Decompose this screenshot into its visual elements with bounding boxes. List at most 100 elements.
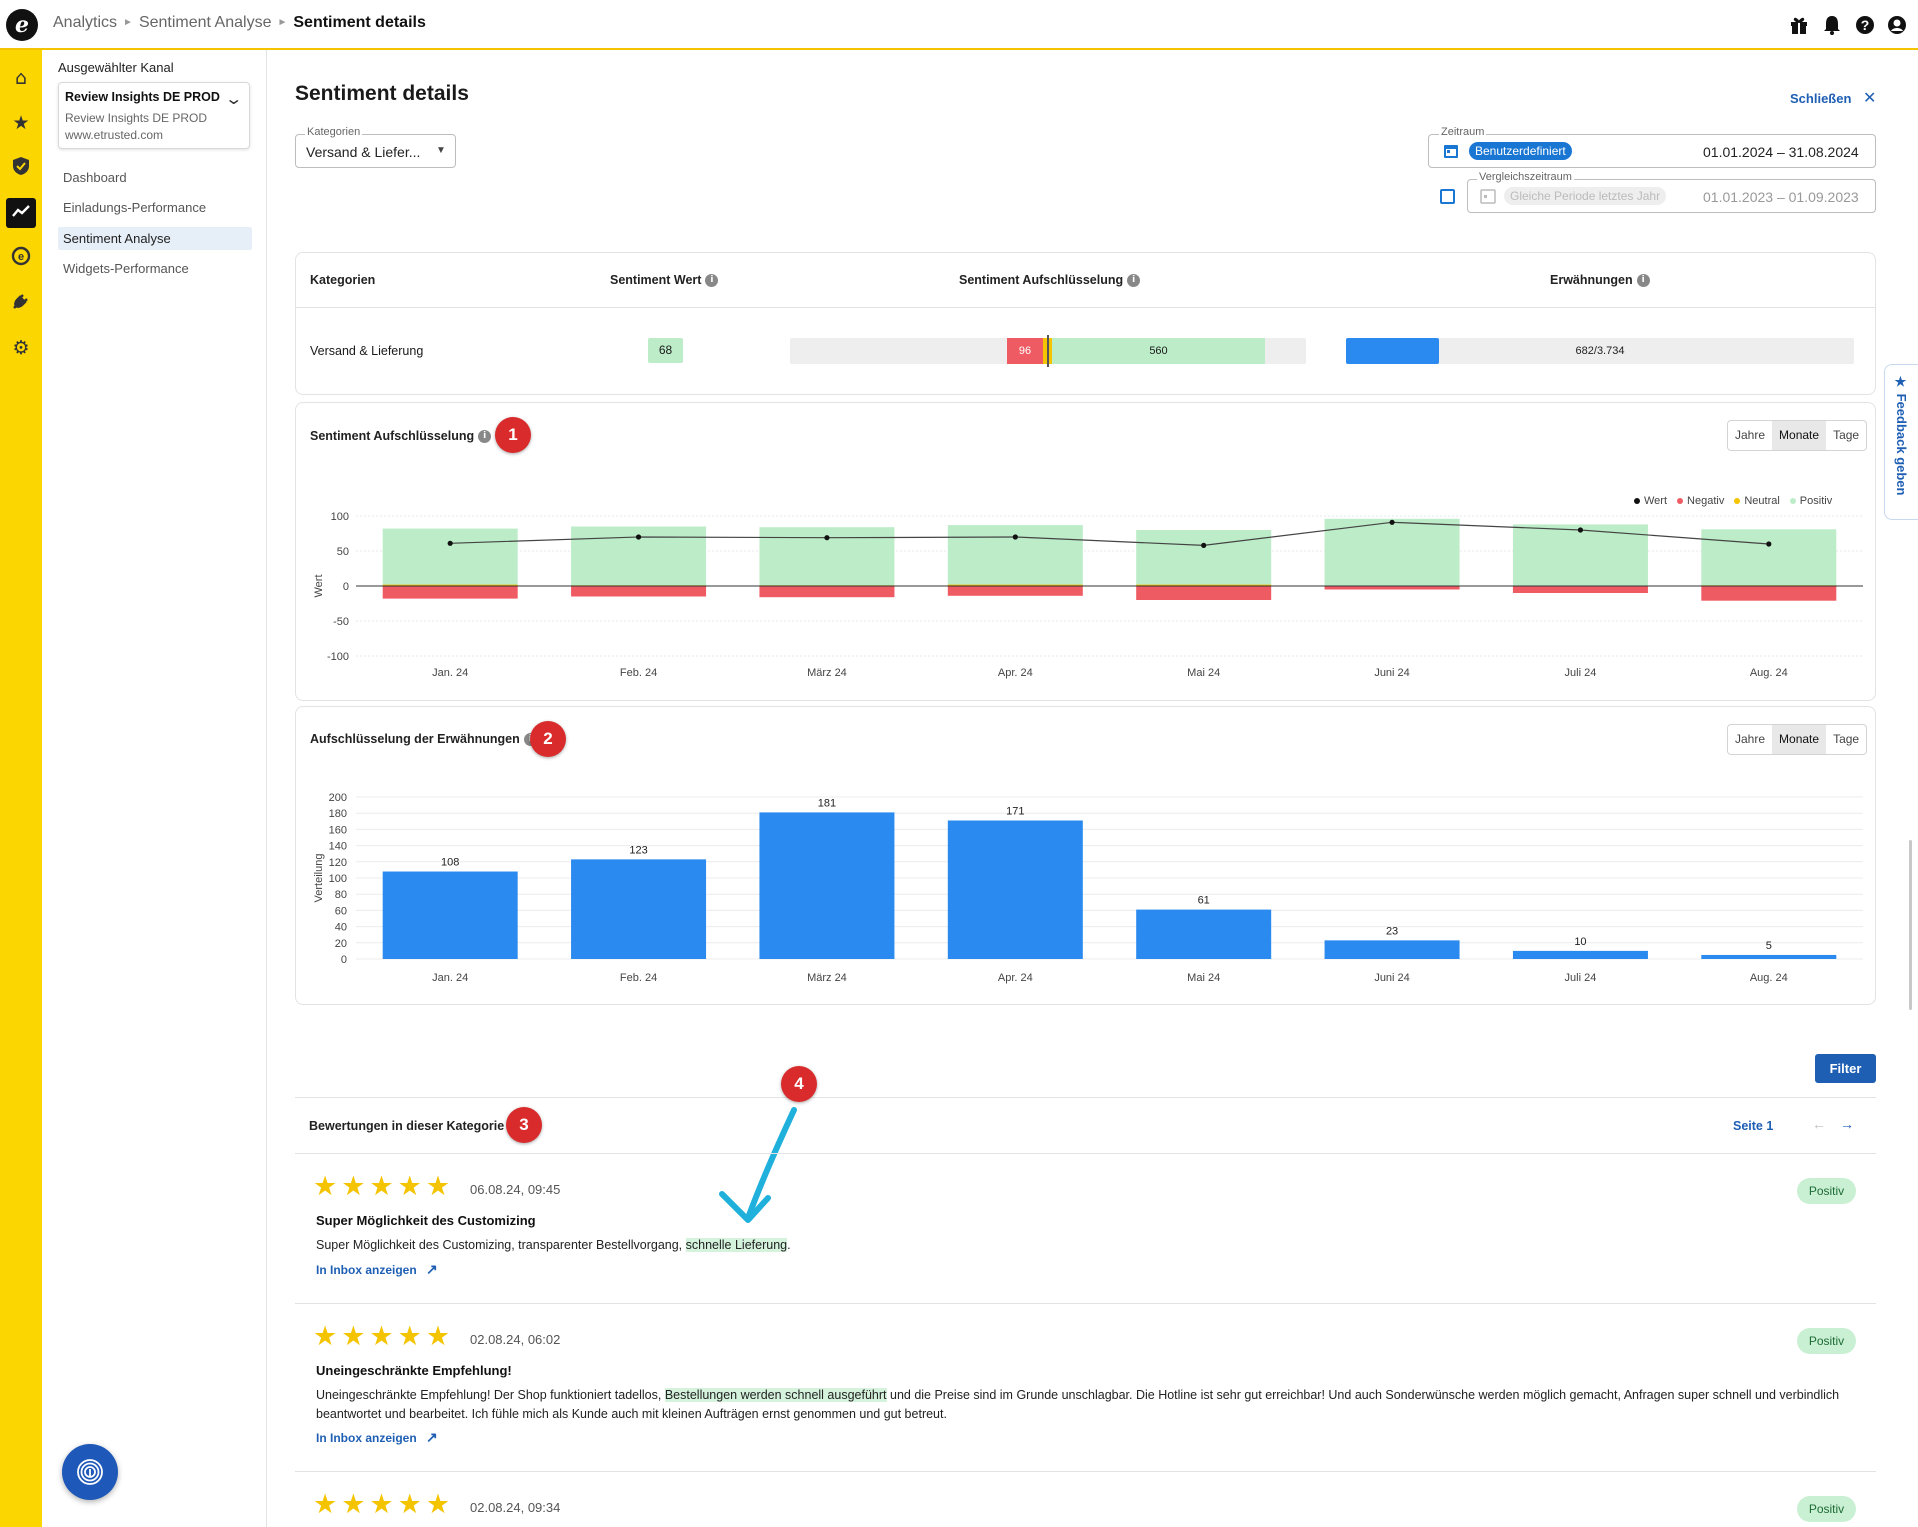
settings-icon[interactable]: ⚙ [9, 336, 33, 360]
calendar-icon [1443, 143, 1459, 164]
y-tick-label: 100 [331, 511, 349, 523]
external-arrow-icon: ↗ [426, 1429, 438, 1445]
data-label: 5 [1766, 940, 1772, 952]
category-select-value: Versand & Liefer... [306, 144, 421, 160]
sidebar-item-dashboard[interactable]: Dashboard [58, 166, 252, 189]
mentions-chart-card: Aufschlüsselung der Erwähnungeni 2 Jahre… [295, 706, 1876, 1005]
inbox-link[interactable]: In Inbox anzeigen ↗ [316, 1429, 438, 1446]
external-arrow-icon: ↗ [426, 1261, 438, 1277]
analytics-icon[interactable] [6, 198, 36, 228]
sidebar-item-widgets-performance[interactable]: Widgets-Performance [58, 257, 252, 280]
star-icon[interactable]: ★ [9, 111, 33, 135]
close-button[interactable]: Schließen ✕ [1790, 88, 1876, 108]
vergleich-field[interactable]: Gleiche Periode letztes Jahr 01.01.2023 … [1467, 179, 1876, 213]
info-icon[interactable]: i [705, 274, 719, 288]
header-sentiment-wert: Sentiment Wert [610, 273, 702, 287]
review-body: Uneingeschränkte Empfehlung! Der Shop fu… [316, 1388, 1840, 1421]
header-sentiment-aufschluesselung: Sentiment Aufschlüsselung [959, 273, 1124, 287]
y-tick-label: -50 [333, 616, 349, 628]
zeitraum-field[interactable]: Benutzerdefiniert 01.01.2024 – 31.08.202… [1428, 134, 1876, 168]
svg-text:?: ? [1861, 17, 1870, 33]
review-date: 02.08.24, 09:34 [470, 1500, 561, 1515]
data-label: 181 [818, 797, 836, 809]
gift-icon[interactable] [1789, 15, 1809, 40]
review-item: ★★★★★ 02.08.24, 06:02 Uneingeschränkte E… [295, 1303, 1876, 1471]
x-tick-label: Juli 24 [1565, 972, 1597, 984]
wert-point [1201, 542, 1207, 548]
fingerprint-icon[interactable] [62, 1444, 118, 1500]
zeitraum-value: 01.01.2024 – 31.08.2024 [1703, 144, 1859, 160]
x-tick-label: Feb. 24 [620, 972, 657, 984]
header-kategorien: Kategorien [310, 273, 376, 287]
shield-icon[interactable] [9, 156, 33, 180]
data-label: 61 [1198, 895, 1210, 907]
scrollbar-thumb[interactable] [1909, 840, 1912, 1010]
info-icon[interactable]: i [1636, 274, 1650, 288]
y-tick-label: 40 [335, 922, 347, 934]
sidebar-item-einladungs-performance[interactable]: Einladungs-Performance [58, 196, 252, 219]
x-tick-label: Juli 24 [1565, 667, 1597, 679]
arrow-right-icon[interactable]: → [1840, 1116, 1854, 1132]
positiv-segment: 560 [1052, 338, 1265, 364]
feedback-tab[interactable]: ★ Feedback geben [1884, 364, 1918, 520]
filter-button[interactable]: Filter [1815, 1054, 1876, 1083]
info-icon[interactable]: i [1127, 274, 1141, 288]
review-body: Super Möglichkeit des Customizing, trans… [316, 1238, 791, 1252]
vergleich-value: 01.01.2023 – 01.09.2023 [1703, 189, 1859, 205]
sentiment-badge: Positiv [1797, 1178, 1856, 1204]
x-tick-label: Jan. 24 [432, 972, 468, 984]
x-tick-label: Aug. 24 [1750, 667, 1788, 679]
inbox-link[interactable]: In Inbox anzeigen ↗ [316, 1261, 438, 1278]
x-tick-label: März 24 [807, 667, 847, 679]
review-title: Uneingeschränkte Empfehlung! [316, 1363, 512, 1378]
negativ-bar [1701, 586, 1837, 601]
mentions-bar [1136, 909, 1272, 959]
sentiment-chart: 100 50 0 -50 -100 Wert Jan. 24 Feb. 24 März 24 Ap… [313, 511, 1863, 679]
channel-url: www.etrusted.com [65, 128, 164, 142]
review-date: 02.08.24, 06:02 [470, 1332, 561, 1347]
mentions-bar [759, 812, 895, 959]
bell-icon[interactable] [1823, 15, 1841, 40]
negativ-bar [1324, 586, 1460, 590]
x-tick-label: Feb. 24 [620, 667, 657, 679]
row-category: Versand & Lieferung [310, 344, 424, 358]
chevron-down-icon[interactable]: ⌄ [224, 89, 243, 109]
mentions-bar [1512, 950, 1648, 959]
etrusted-logo[interactable]: e [6, 9, 38, 41]
account-icon[interactable] [1887, 15, 1907, 40]
y-tick-label: 140 [329, 841, 347, 853]
negativ-bar [947, 586, 1083, 596]
highlight-phrase: schnelle Lieferung [685, 1238, 788, 1252]
sentiment-chart-card: Sentiment Aufschlüsselung i 1 Jahre Monate… [295, 402, 1876, 701]
data-label: 10 [1574, 936, 1586, 948]
feedback-label: ★ Feedback geben [1894, 375, 1909, 496]
x-tick-label: März 24 [807, 972, 847, 984]
app-rail: ⌂ ★ e ⚙ [0, 50, 42, 1527]
y-tick-label: 180 [329, 808, 347, 820]
vergleich-checkbox[interactable] [1440, 189, 1455, 204]
etrusted-icon[interactable]: e [9, 246, 33, 270]
rating-stars: ★★★★★ [313, 1171, 455, 1202]
data-label: 23 [1386, 925, 1398, 937]
home-icon[interactable]: ⌂ [9, 66, 33, 90]
help-icon[interactable]: ? [1855, 15, 1875, 40]
breadcrumb-sentiment-analyse[interactable]: Sentiment Analyse [139, 14, 272, 31]
y-tick-label: 100 [329, 873, 347, 885]
plug-icon[interactable] [9, 291, 33, 315]
x-tick-label: Juni 24 [1374, 667, 1409, 679]
caret-down-icon: ▼ [436, 145, 446, 156]
sidebar-item-sentiment-analyse[interactable]: Sentiment Analyse [58, 227, 252, 250]
arrow-left-icon[interactable]: ← [1812, 1116, 1826, 1132]
category-select[interactable]: Versand & Liefer... ▼ [295, 134, 456, 168]
negativ-bar [1512, 586, 1648, 593]
x-tick-label: Mai 24 [1187, 972, 1220, 984]
breadcrumb-analytics[interactable]: Analytics [53, 14, 117, 31]
y-tick-label: 120 [329, 857, 347, 869]
channel-selector[interactable]: Review Insights DE PROD Review Insights … [58, 82, 250, 149]
review-date: 06.08.24, 09:45 [470, 1182, 561, 1197]
zeitraum-chip[interactable]: Benutzerdefiniert [1469, 142, 1572, 160]
positiv-bar [1324, 518, 1460, 586]
rating-stars: ★★★★★ [313, 1489, 455, 1520]
negativ-bar [571, 586, 707, 597]
y-tick-label: 20 [335, 938, 347, 950]
